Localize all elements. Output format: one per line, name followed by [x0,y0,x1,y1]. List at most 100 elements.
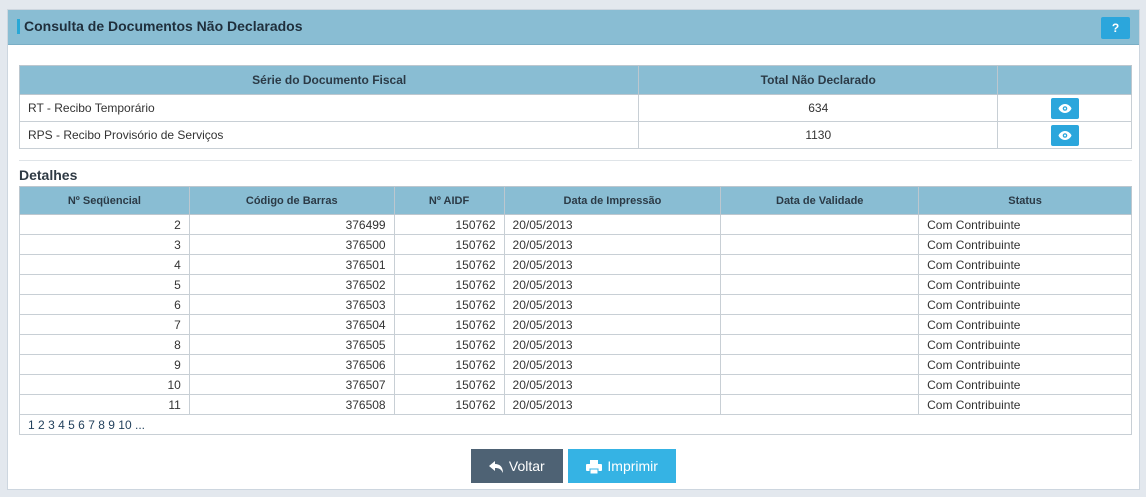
valid-date-cell [720,234,920,255]
barcode-cell: 376500 [188,234,395,255]
view-button[interactable] [1050,124,1079,146]
pager-row: 1 2 3 4 5 6 7 8 9 10 ... [19,414,1132,435]
page-link[interactable]: ... [135,418,145,432]
summary-row: RPS - Recibo Provisório de Serviços 1130 [18,121,1132,149]
page-link[interactable]: 6 [78,418,85,432]
action-cell [997,94,1132,122]
aidf-cell: 150762 [393,294,505,315]
aidf-cell: 150762 [393,374,505,395]
page-link[interactable]: 3 [48,418,55,432]
col-header-status: Status [918,186,1132,215]
col-header-serie: Série do Documento Fiscal [18,65,640,95]
col-header-barcode: Código de Barras [188,186,395,215]
main-panel: Consulta de Documentos Não Declarados ? … [7,9,1140,490]
print-date-cell: 20/05/2013 [503,234,722,255]
aidf-cell: 150762 [393,314,505,335]
seq-cell: 3 [19,234,190,255]
col-header-total: Total Não Declarado [638,65,999,95]
aidf-cell: 150762 [393,214,505,235]
page-title: Consulta de Documentos Não Declarados [24,18,303,34]
valid-date-cell [720,334,920,355]
barcode-cell: 376505 [188,334,395,355]
eye-icon [1058,130,1072,140]
serie-cell: RT - Recibo Temporário [18,94,640,122]
valid-date-cell [720,314,920,335]
status-cell: Com Contribuinte [918,334,1132,355]
status-cell: Com Contribuinte [918,274,1132,295]
barcode-cell: 376508 [188,394,395,415]
col-header-seq: Nº Seqüencial [19,186,190,215]
barcode-cell: 376501 [188,254,395,275]
valid-date-cell [720,294,920,315]
aidf-cell: 150762 [393,274,505,295]
barcode-cell: 376503 [188,294,395,315]
table-row: 6 376503 150762 20/05/2013 Com Contribuinte [19,294,1132,315]
status-cell: Com Contribuinte [918,394,1132,415]
col-header-actions [997,65,1132,95]
print-date-cell: 20/05/2013 [503,274,722,295]
table-row: 7 376504 150762 20/05/2013 Com Contribuinte [19,314,1132,335]
col-header-print-date: Data de Impressão [503,186,722,215]
seq-cell: 4 [19,254,190,275]
page-link[interactable]: 5 [68,418,75,432]
page-link[interactable]: 9 [108,418,115,432]
back-label: Voltar [508,458,545,474]
barcode-cell: 376507 [188,374,395,395]
table-row: 3 376500 150762 20/05/2013 Com Contribuinte [19,234,1132,255]
print-date-cell: 20/05/2013 [503,254,722,275]
table-row: 2 376499 150762 20/05/2013 Com Contribuinte [19,214,1132,235]
page-link[interactable]: 7 [88,418,95,432]
aidf-cell: 150762 [393,394,505,415]
summary-table: Série do Documento Fiscal Total Não Decl… [18,65,1132,149]
barcode-cell: 376499 [188,214,395,235]
seq-cell: 10 [19,374,190,395]
seq-cell: 11 [19,394,190,415]
status-cell: Com Contribuinte [918,354,1132,375]
details-table: Nº Seqüencial Código de Barras Nº AIDF D… [19,186,1132,435]
panel-header: Consulta de Documentos Não Declarados ? [8,10,1139,45]
aidf-cell: 150762 [393,354,505,375]
aidf-cell: 150762 [393,254,505,275]
help-button[interactable]: ? [1101,17,1130,39]
valid-date-cell [720,214,920,235]
valid-date-cell [720,354,920,375]
valid-date-cell [720,274,920,295]
back-button[interactable]: Voltar [470,449,563,483]
eye-icon [1058,103,1072,113]
print-date-cell: 20/05/2013 [503,334,722,355]
print-button[interactable]: Imprimir [568,449,677,483]
summary-header-row: Série do Documento Fiscal Total Não Decl… [18,65,1132,95]
status-cell: Com Contribuinte [918,374,1132,395]
seq-cell: 8 [19,334,190,355]
status-cell: Com Contribuinte [918,314,1132,335]
seq-cell: 2 [19,214,190,235]
details-title: Detalhes [19,167,78,183]
table-row: 10 376507 150762 20/05/2013 Com Contribuinte [19,374,1132,395]
page-link[interactable]: 2 [38,418,45,432]
serie-cell: RPS - Recibo Provisório de Serviços [18,121,640,149]
table-row: 4 376501 150762 20/05/2013 Com Contribuinte [19,254,1132,275]
valid-date-cell [720,394,920,415]
valid-date-cell [720,374,920,395]
section-divider [19,160,1132,161]
total-cell: 634 [638,94,999,122]
seq-cell: 9 [19,354,190,375]
print-label: Imprimir [607,458,658,474]
barcode-cell: 376506 [188,354,395,375]
summary-row: RT - Recibo Temporário 634 [18,94,1132,122]
total-cell: 1130 [638,121,999,149]
status-cell: Com Contribuinte [918,294,1132,315]
action-bar: Voltar Imprimir [8,449,1139,483]
action-cell [997,121,1132,149]
table-row: 8 376505 150762 20/05/2013 Com Contribuinte [19,334,1132,355]
view-button[interactable] [1050,97,1079,119]
table-row: 5 376502 150762 20/05/2013 Com Contribuinte [19,274,1132,295]
page-link[interactable]: 4 [58,418,65,432]
page-link[interactable]: 10 [118,418,131,432]
print-date-cell: 20/05/2013 [503,314,722,335]
page-link[interactable]: 1 [28,418,35,432]
table-row: 11 376508 150762 20/05/2013 Com Contribuinte [19,394,1132,415]
page-link[interactable]: 8 [98,418,105,432]
aidf-cell: 150762 [393,234,505,255]
col-header-aidf: Nº AIDF [393,186,505,215]
